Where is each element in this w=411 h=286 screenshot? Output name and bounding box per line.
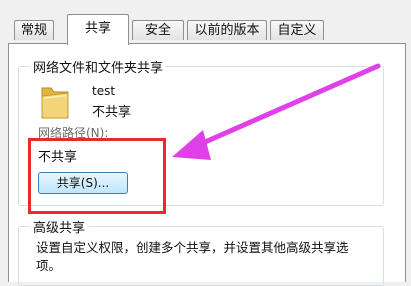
pointer-arrow-icon: [172, 63, 381, 160]
